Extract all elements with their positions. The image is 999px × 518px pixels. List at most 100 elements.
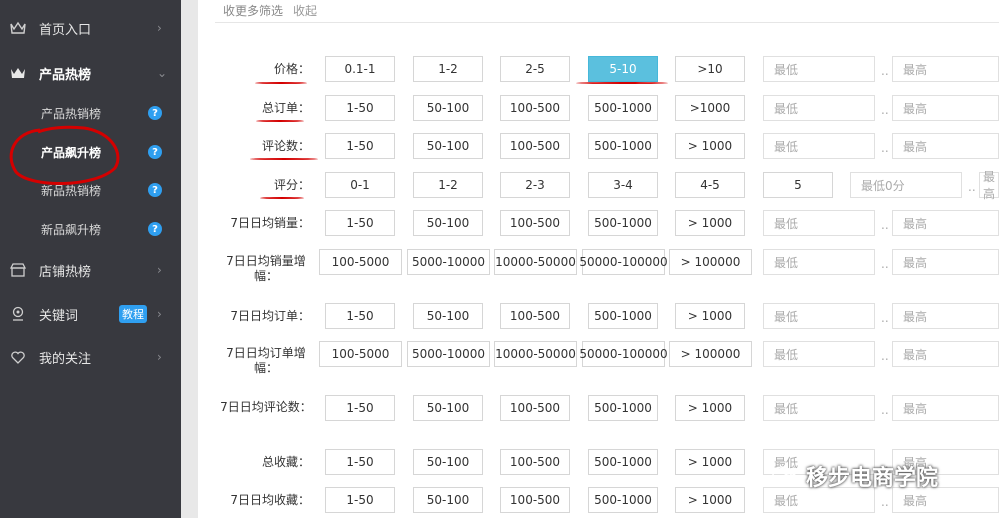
filter-option[interactable]: 500-1000 (588, 487, 658, 513)
filter-option[interactable]: 50-100 (413, 487, 483, 513)
filter-option[interactable]: > 1000 (675, 133, 745, 159)
filter-option[interactable]: 0.1-1 (325, 56, 395, 82)
sidebar-subitem-new-rising[interactable]: 新品飙升榜 ? (0, 212, 181, 246)
sidebar: 首页入口 › 产品热榜 ⌄ 产品热销榜 ? 产品飙升榜 ? 新品热销榜 ? 新品… (0, 0, 181, 518)
help-icon[interactable]: ? (148, 145, 162, 159)
sidebar-item-label: 产品热榜 (39, 67, 92, 83)
annotation-underline (576, 82, 668, 84)
more-filters-link[interactable]: 收更多筛选 (223, 2, 283, 19)
range-min-input[interactable]: 最低 (763, 95, 875, 121)
range-min-input[interactable]: 最低 (763, 395, 875, 421)
filter-option[interactable]: 1-50 (325, 303, 395, 329)
filter-option[interactable]: 1-2 (413, 172, 483, 198)
range-separator: .. (881, 349, 889, 363)
range-max-input[interactable]: 最高 (892, 210, 999, 236)
range-max-input[interactable]: 最高 (892, 303, 999, 329)
filter-option[interactable]: 50-100 (413, 133, 483, 159)
filter-option[interactable]: > 100000 (669, 249, 752, 275)
filter-option[interactable]: >1000 (675, 95, 745, 121)
help-icon[interactable]: ? (148, 222, 162, 236)
filter-option[interactable]: 1-50 (325, 395, 395, 421)
watermark: 移步电商学院 (772, 460, 938, 492)
tutorial-badge[interactable]: 教程 (119, 305, 147, 323)
sidebar-item-my-follow[interactable]: 我的关注 › (0, 340, 181, 374)
range-max-input[interactable]: 最高 (892, 133, 999, 159)
range-separator: .. (881, 403, 889, 417)
range-min-input[interactable]: 最低0分 (850, 172, 962, 198)
filter-option[interactable]: 5-10 (588, 56, 658, 82)
filter-option[interactable]: 100-500 (500, 487, 570, 513)
range-min-input[interactable]: 最低 (763, 56, 875, 82)
filter-option[interactable]: 50-100 (413, 210, 483, 236)
filter-option[interactable]: 50000-100000 (579, 249, 668, 275)
heart-icon (10, 349, 26, 365)
filter-option[interactable]: > 1000 (675, 487, 745, 513)
filter-option[interactable]: 1-50 (325, 487, 395, 513)
range-min-input[interactable]: 最低 (763, 341, 875, 367)
range-max-input[interactable]: 最高 (892, 395, 999, 421)
filter-option[interactable]: 100-500 (500, 303, 570, 329)
filter-option[interactable]: 100-500 (500, 395, 570, 421)
filter-option[interactable]: 500-1000 (588, 95, 658, 121)
filter-option[interactable]: 500-1000 (588, 395, 658, 421)
filter-option[interactable]: 100-5000 (319, 249, 402, 275)
sidebar-item-home[interactable]: 首页入口 › (0, 11, 181, 45)
filter-option[interactable]: 500-1000 (588, 133, 658, 159)
range-min-input[interactable]: 最低 (763, 249, 875, 275)
annotation-underline (256, 120, 304, 122)
help-icon[interactable]: ? (148, 106, 162, 120)
filter-option[interactable]: 5000-10000 (407, 341, 490, 367)
filter-option[interactable]: 1-50 (325, 449, 395, 475)
filter-option[interactable]: 5 (763, 172, 833, 198)
filter-option[interactable]: 10000-50000 (494, 341, 577, 367)
filter-option[interactable]: 100-500 (500, 95, 570, 121)
range-max-input[interactable]: 最高 (892, 95, 999, 121)
filter-option[interactable]: > 1000 (675, 395, 745, 421)
filter-option[interactable]: 2-3 (500, 172, 570, 198)
filter-option[interactable]: 50-100 (413, 303, 483, 329)
filter-option[interactable]: > 1000 (675, 303, 745, 329)
filter-option[interactable]: 5000-10000 (407, 249, 490, 275)
filter-option[interactable]: > 1000 (675, 449, 745, 475)
filter-option[interactable]: 500-1000 (588, 449, 658, 475)
range-separator: .. (881, 495, 889, 509)
filter-option[interactable]: >10 (675, 56, 745, 82)
filter-option[interactable]: 100-500 (500, 210, 570, 236)
filter-option[interactable]: 3-4 (588, 172, 658, 198)
filter-option[interactable]: 1-50 (325, 133, 395, 159)
filter-option[interactable]: 50-100 (413, 449, 483, 475)
filter-row-label: 总收藏： (261, 455, 310, 469)
filter-option[interactable]: > 100000 (669, 341, 752, 367)
help-icon[interactable]: ? (148, 183, 162, 197)
filter-option[interactable]: 1-2 (413, 56, 483, 82)
filter-row-label: 7日日均销量： (230, 216, 310, 230)
filter-option[interactable]: 100-500 (500, 133, 570, 159)
range-max-input[interactable]: 最高 (892, 341, 999, 367)
filter-option[interactable]: 50000-100000 (579, 341, 668, 367)
filter-option[interactable]: 50-100 (413, 95, 483, 121)
sidebar-item-keywords[interactable]: 关键词 教程 › (0, 297, 181, 331)
filter-option[interactable]: 50-100 (413, 395, 483, 421)
filter-option[interactable]: 100-500 (500, 449, 570, 475)
range-max-input[interactable]: 最高 (892, 249, 999, 275)
range-separator: .. (881, 141, 889, 155)
sidebar-item-store-hot[interactable]: 店铺热榜 › (0, 253, 181, 287)
filter-option[interactable]: 4-5 (675, 172, 745, 198)
range-min-input[interactable]: 最低 (763, 303, 875, 329)
filter-option[interactable]: 500-1000 (588, 210, 658, 236)
range-max-input[interactable]: 最高 (892, 56, 999, 82)
filter-option[interactable]: 10000-50000 (494, 249, 577, 275)
filter-option[interactable]: 0-1 (325, 172, 395, 198)
fold-link[interactable]: 收起 (293, 2, 317, 19)
filter-option[interactable]: 2-5 (500, 56, 570, 82)
range-min-input[interactable]: 最低 (763, 210, 875, 236)
sidebar-item-product-hot[interactable]: 产品热榜 ⌄ (0, 56, 181, 90)
range-min-input[interactable]: 最低 (763, 133, 875, 159)
filter-option[interactable]: 1-50 (325, 95, 395, 121)
range-max-input[interactable]: 最高 (979, 170, 999, 201)
filter-option[interactable]: 500-1000 (588, 303, 658, 329)
filter-option[interactable]: 1-50 (325, 210, 395, 236)
filter-option[interactable]: 100-5000 (319, 341, 402, 367)
filter-option[interactable]: > 1000 (675, 210, 745, 236)
location-pin-icon (10, 306, 26, 322)
